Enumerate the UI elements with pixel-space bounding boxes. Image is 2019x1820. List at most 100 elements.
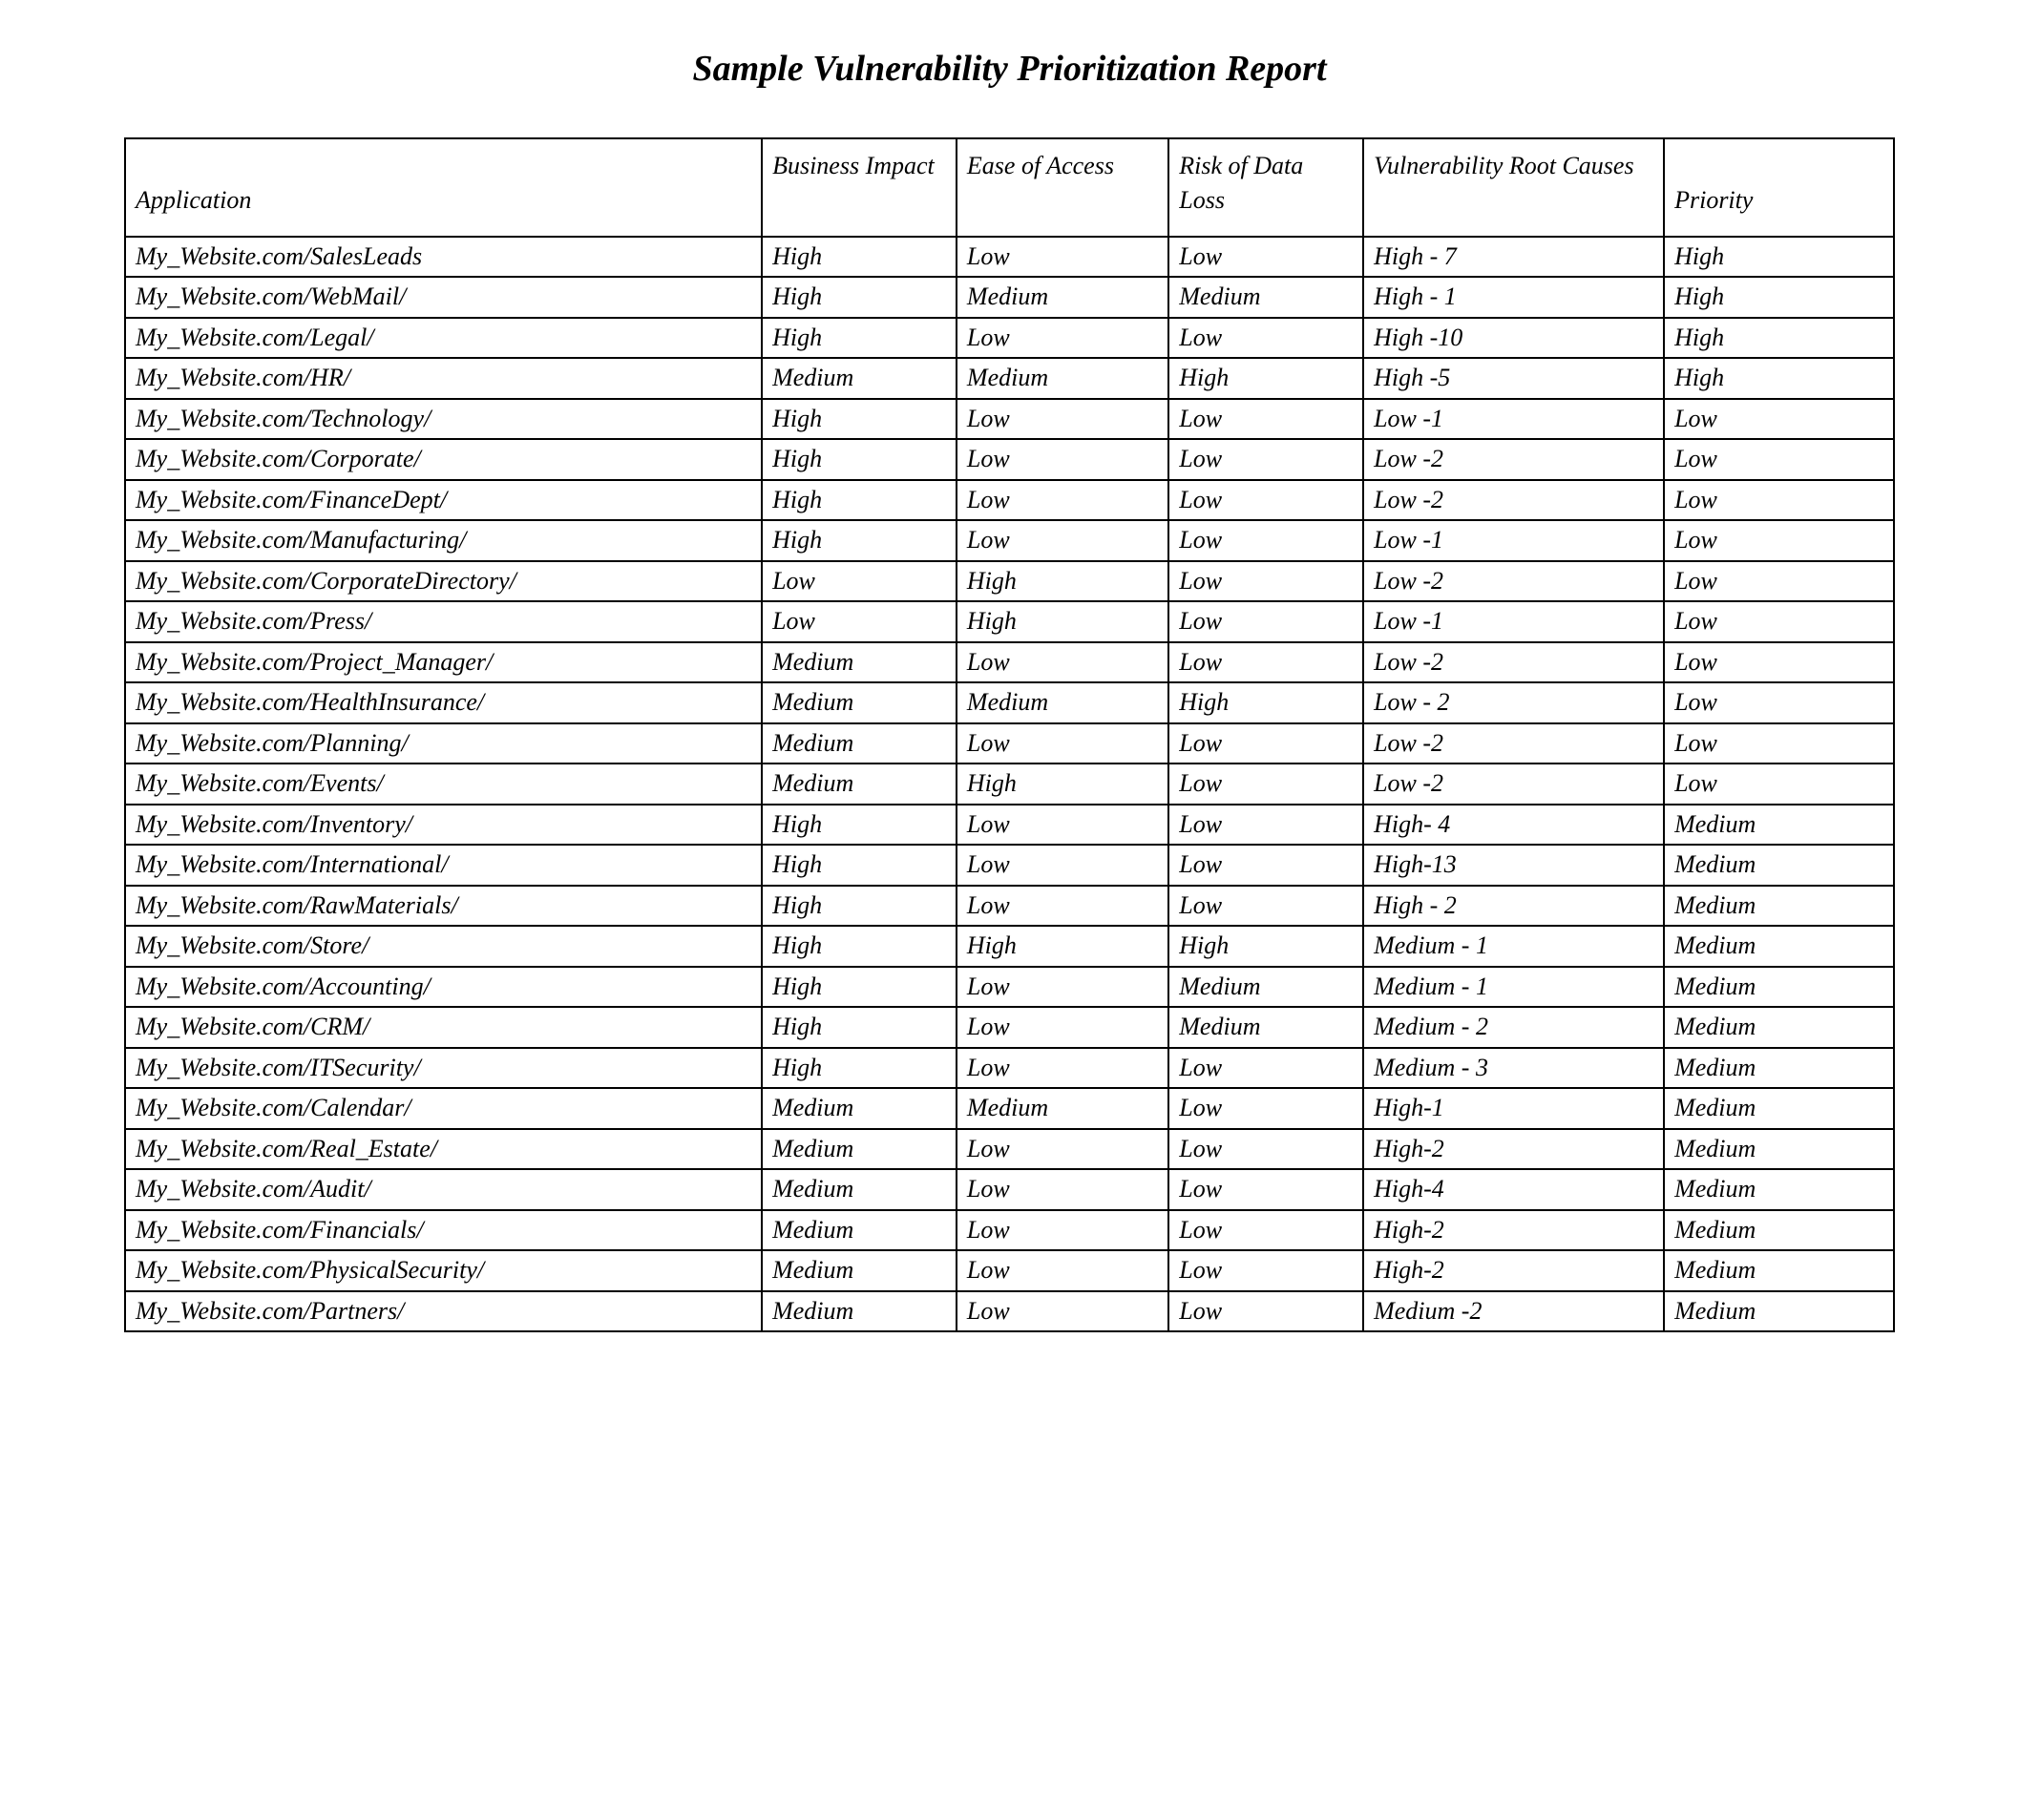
header-priority-label: Priority (1674, 186, 1753, 214)
cell-application: My_Website.com/Audit/ (125, 1169, 762, 1210)
cell-impact: High (762, 926, 957, 967)
cell-risk: Low (1168, 1088, 1363, 1129)
cell-impact: Medium (762, 764, 957, 805)
cell-access: Low (957, 845, 1168, 886)
table-row: My_Website.com/CRM/HighLowMediumMedium -… (125, 1007, 1894, 1048)
cell-application: My_Website.com/Accounting/ (125, 967, 762, 1008)
cell-priority: Low (1664, 480, 1894, 521)
cell-access: High (957, 601, 1168, 642)
cell-priority: High (1664, 237, 1894, 278)
cell-risk: Medium (1168, 967, 1363, 1008)
cell-priority: Medium (1664, 1088, 1894, 1129)
cell-impact: Medium (762, 642, 957, 683)
cell-root: Low - 2 (1363, 682, 1664, 723)
cell-root: High - 1 (1363, 277, 1664, 318)
cell-risk: Low (1168, 520, 1363, 561)
cell-risk: Low (1168, 886, 1363, 927)
cell-access: Medium (957, 277, 1168, 318)
cell-risk: Low (1168, 1048, 1363, 1089)
cell-root: Low -1 (1363, 520, 1664, 561)
cell-application: My_Website.com/HR/ (125, 358, 762, 399)
header-risk: Risk of Data Loss (1168, 138, 1363, 237)
cell-application: My_Website.com/Manufacturing/ (125, 520, 762, 561)
cell-impact: High (762, 1007, 957, 1048)
table-row: My_Website.com/ITSecurity/HighLowLowMedi… (125, 1048, 1894, 1089)
report-title: Sample Vulnerability Prioritization Repo… (124, 48, 1895, 90)
cell-access: Low (957, 642, 1168, 683)
table-row: My_Website.com/WebMail/HighMediumMediumH… (125, 277, 1894, 318)
cell-root: Low -2 (1363, 439, 1664, 480)
cell-application: My_Website.com/Real_Estate/ (125, 1129, 762, 1170)
table-body: My_Website.com/SalesLeadsHighLowLowHigh … (125, 237, 1894, 1332)
table-row: My_Website.com/Calendar/MediumMediumLowH… (125, 1088, 1894, 1129)
cell-root: Medium -2 (1363, 1291, 1664, 1332)
table-row: My_Website.com/RawMaterials/HighLowLowHi… (125, 886, 1894, 927)
cell-impact: High (762, 480, 957, 521)
cell-root: Low -2 (1363, 642, 1664, 683)
cell-risk: Low (1168, 601, 1363, 642)
cell-impact: Medium (762, 682, 957, 723)
cell-risk: Low (1168, 561, 1363, 602)
cell-risk: High (1168, 358, 1363, 399)
cell-access: High (957, 764, 1168, 805)
cell-risk: Low (1168, 1250, 1363, 1291)
cell-priority: Low (1664, 723, 1894, 764)
table-row: My_Website.com/SalesLeadsHighLowLowHigh … (125, 237, 1894, 278)
cell-risk: Medium (1168, 1007, 1363, 1048)
header-application-label: Application (136, 186, 251, 214)
cell-impact: Low (762, 561, 957, 602)
cell-impact: High (762, 318, 957, 359)
header-priority: Priority (1664, 138, 1894, 237)
cell-root: High -10 (1363, 318, 1664, 359)
cell-risk: Low (1168, 237, 1363, 278)
cell-access: Low (957, 1210, 1168, 1251)
table-row: My_Website.com/FinanceDept/HighLowLowLow… (125, 480, 1894, 521)
cell-priority: Low (1664, 439, 1894, 480)
table-row: My_Website.com/Real_Estate/MediumLowLowH… (125, 1129, 1894, 1170)
cell-priority: Medium (1664, 845, 1894, 886)
cell-application: My_Website.com/Press/ (125, 601, 762, 642)
cell-application: My_Website.com/WebMail/ (125, 277, 762, 318)
cell-access: Low (957, 1048, 1168, 1089)
cell-application: My_Website.com/International/ (125, 845, 762, 886)
cell-priority: Medium (1664, 1048, 1894, 1089)
table-row: My_Website.com/Partners/MediumLowLowMedi… (125, 1291, 1894, 1332)
cell-risk: Medium (1168, 277, 1363, 318)
cell-application: My_Website.com/Planning/ (125, 723, 762, 764)
cell-root: High -5 (1363, 358, 1664, 399)
cell-application: My_Website.com/ITSecurity/ (125, 1048, 762, 1089)
table-row: My_Website.com/Project_Manager/MediumLow… (125, 642, 1894, 683)
cell-priority: Medium (1664, 1210, 1894, 1251)
cell-priority: Medium (1664, 1169, 1894, 1210)
cell-impact: High (762, 967, 957, 1008)
cell-risk: Low (1168, 439, 1363, 480)
cell-priority: Medium (1664, 1250, 1894, 1291)
cell-application: My_Website.com/Partners/ (125, 1291, 762, 1332)
cell-application: My_Website.com/Events/ (125, 764, 762, 805)
table-row: My_Website.com/HealthInsurance/MediumMed… (125, 682, 1894, 723)
cell-application: My_Website.com/PhysicalSecurity/ (125, 1250, 762, 1291)
cell-root: Medium - 1 (1363, 967, 1664, 1008)
table-row: My_Website.com/HR/MediumMediumHighHigh -… (125, 358, 1894, 399)
cell-application: My_Website.com/Financials/ (125, 1210, 762, 1251)
table-row: My_Website.com/PhysicalSecurity/Medium Lo… (125, 1250, 1894, 1291)
cell-application: My_Website.com/Corporate/ (125, 439, 762, 480)
cell-risk: Low (1168, 318, 1363, 359)
cell-impact: Medium (762, 1169, 957, 1210)
cell-access: Low (957, 1007, 1168, 1048)
table-row: My_Website.com/Accounting/HighLowMediumM… (125, 967, 1894, 1008)
cell-access: Low (957, 399, 1168, 440)
cell-application: My_Website.com/SalesLeads (125, 237, 762, 278)
cell-application: My_Website.com/Calendar/ (125, 1088, 762, 1129)
cell-impact: Medium (762, 358, 957, 399)
cell-risk: Low (1168, 480, 1363, 521)
cell-priority: Medium (1664, 805, 1894, 846)
cell-impact: Medium (762, 1291, 957, 1332)
cell-impact: Medium (762, 723, 957, 764)
table-row: My_Website.com/Corporate/HighLowLowLow -… (125, 439, 1894, 480)
cell-access: Low (957, 237, 1168, 278)
cell-risk: Low (1168, 1291, 1363, 1332)
cell-priority: Medium (1664, 1291, 1894, 1332)
cell-priority: Medium (1664, 926, 1894, 967)
table-row: My_Website.com/Store/HighHighHighMedium … (125, 926, 1894, 967)
